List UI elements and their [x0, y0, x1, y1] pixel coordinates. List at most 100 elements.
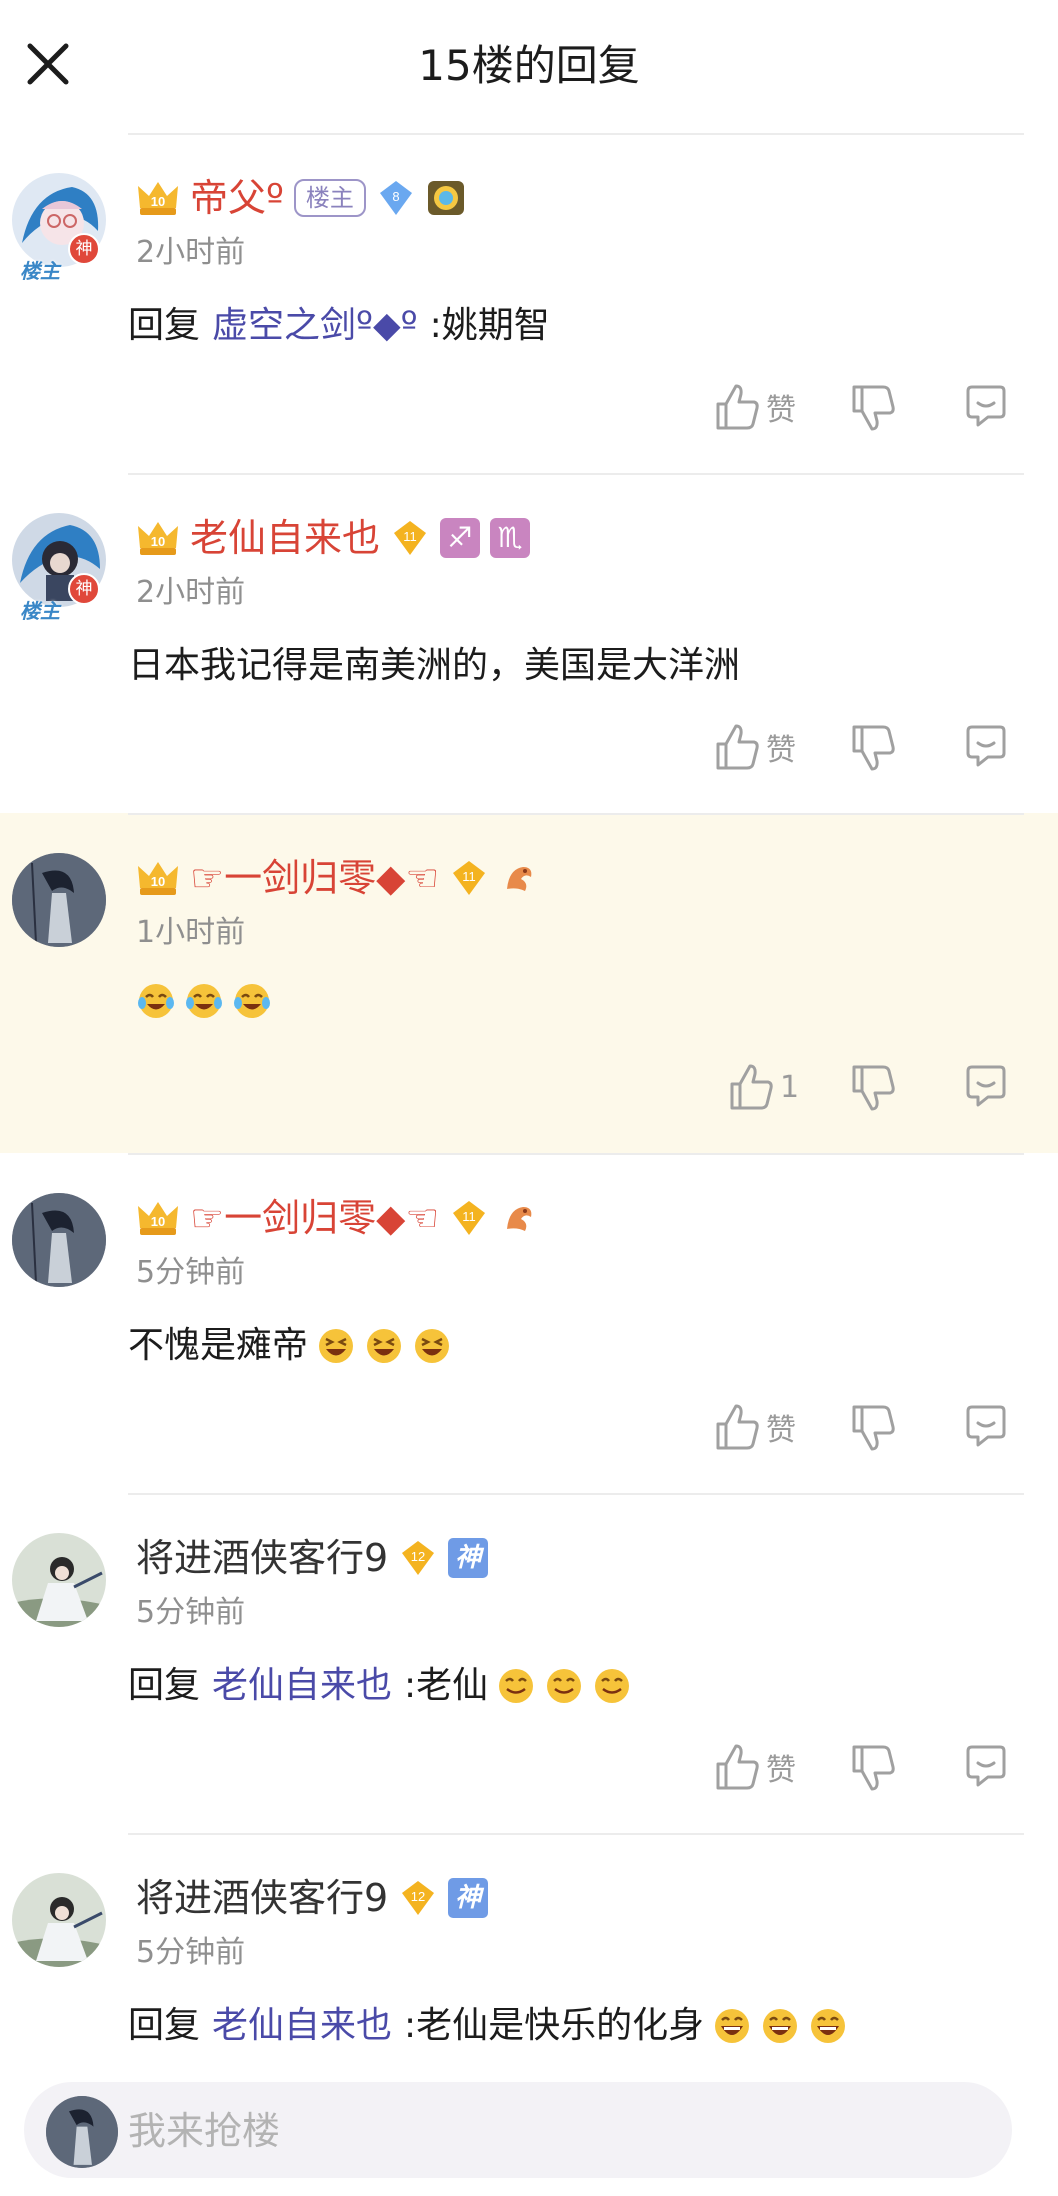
username[interactable]: 老仙自来也 [190, 514, 380, 562]
timestamp: 2小时前 [136, 575, 246, 610]
big-laugh-emoji-icon [811, 2009, 846, 2043]
svg-text:10: 10 [151, 874, 165, 889]
god-tag: 神 [448, 1538, 489, 1578]
reply-target-link[interactable]: 老仙自来也 [212, 1661, 392, 1711]
phoenix-icon [507, 867, 532, 891]
like-count: 赞 [766, 1753, 796, 1788]
svg-text:10: 10 [151, 194, 165, 209]
action-bar: 赞 [700, 717, 1030, 777]
smile-emoji-icon [547, 1669, 582, 1703]
comment-text: 不愧是瘫帝 [128, 1321, 452, 1371]
reply-prefix: 回复 [128, 305, 201, 346]
comment-button[interactable] [962, 1403, 1010, 1455]
comment-button[interactable] [962, 723, 1010, 775]
chat-bubble-icon [966, 1065, 1006, 1107]
svg-text:11: 11 [463, 1209, 477, 1224]
dislike-button[interactable] [850, 1403, 896, 1457]
thumbs-down-icon [852, 725, 895, 771]
level-badge-icon: 11 [394, 521, 427, 555]
reply-target-link[interactable]: 老仙自来也 [212, 2001, 392, 2051]
name-row: 10 老仙自来也 11 ♐ ♏ [136, 513, 531, 563]
like-count: 1 [780, 1069, 800, 1105]
name-row: 将进酒侠客行9 12 神 [136, 1533, 489, 1583]
username[interactable]: 将进酒侠客行9 [136, 1874, 388, 1922]
timestamp: 5分钟前 [136, 1595, 246, 1630]
dislike-button[interactable] [850, 723, 896, 777]
tears-of-joy-emoji-icon [186, 984, 222, 1018]
comment-item: 楼主 神 10 老仙自来也 11 ♐ ♏ 2小时前 日本我记得是南美洲的，美国是… [0, 473, 1058, 813]
like-count: 赞 [766, 733, 796, 768]
avatar[interactable] [12, 1533, 106, 1627]
thumbs-down-icon [852, 1405, 895, 1451]
comment-text: 日本我记得是南美洲的，美国是大洋洲 [128, 641, 740, 691]
comment-button[interactable] [962, 1063, 1010, 1115]
like-button[interactable]: 赞 [714, 717, 796, 777]
owner-tag: 楼主 [293, 179, 366, 217]
comment-text: 回复 老仙自来也 :老仙是快乐的化身 [128, 2001, 848, 2051]
like-button[interactable]: 赞 [714, 1397, 796, 1457]
big-laugh-emoji-icon [763, 2009, 798, 2043]
divider [128, 133, 1024, 135]
timestamp: 5分钟前 [136, 1935, 246, 1970]
comment-item-highlighted: 10 ☞一剑归零◆☜ 11 1小时前 1 [0, 813, 1058, 1153]
comment-body: :姚期智 [429, 305, 550, 346]
smile-emoji-icon [595, 1669, 630, 1703]
chat-bubble-icon [966, 385, 1006, 427]
dislike-button[interactable] [850, 1743, 896, 1797]
avatar[interactable] [12, 1873, 106, 1967]
like-button[interactable]: 赞 [714, 377, 796, 437]
level-badge-icon: 12 [402, 1881, 435, 1915]
level-badge-icon: 11 [453, 861, 486, 895]
thumbs-up-icon [716, 1404, 759, 1450]
sagittarius-icon: ♐ [440, 518, 481, 558]
avatar[interactable]: 楼主 神 [12, 513, 106, 623]
svg-text:11: 11 [403, 529, 417, 544]
name-row: 10 ☞一剑归零◆☜ 11 [136, 853, 539, 903]
level-badge-icon: 12 [402, 1541, 435, 1575]
reply-input-placeholder: 我来抢楼 [128, 2109, 281, 2153]
name-row: 10 ☞一剑归零◆☜ 11 [136, 1193, 539, 1243]
level-badge-icon: 11 [453, 1201, 486, 1235]
comment-text: 回复 虚空之剑º◆º :姚期智 [128, 301, 550, 351]
comment-button[interactable] [962, 383, 1010, 435]
username[interactable]: 将进酒侠客行9 [136, 1534, 388, 1582]
comment-body: :老仙是快乐的化身 [404, 2005, 705, 2046]
header: 15楼的回复 [0, 0, 1058, 134]
comment-item: 将进酒侠客行9 12 神 5分钟前 回复 老仙自来也 :老仙 赞 [0, 1493, 1058, 1833]
comment-body: :老仙 [404, 1665, 489, 1706]
tears-of-joy-emoji-icon [138, 984, 174, 1018]
owner-avatar-tag: 楼主 [20, 259, 60, 283]
username[interactable]: 帝父º [190, 174, 284, 222]
like-button[interactable]: 赞 [714, 1737, 796, 1797]
scorpio-icon: ♏ [490, 518, 531, 558]
avatar[interactable]: 楼主 神 [12, 173, 106, 283]
reply-prefix: 回复 [128, 1665, 201, 1706]
thumbs-down-icon [852, 385, 895, 431]
svg-text:10: 10 [151, 534, 165, 549]
god-badge: 神 [68, 233, 100, 265]
chat-bubble-icon [966, 1745, 1006, 1787]
avatar[interactable] [12, 853, 106, 947]
current-user-avatar [46, 2096, 118, 2168]
name-row: 将进酒侠客行9 12 神 [136, 1873, 489, 1923]
like-button[interactable]: 1 [728, 1057, 799, 1117]
comment-button[interactable] [962, 1743, 1010, 1795]
god-badge: 神 [68, 573, 100, 605]
avatar[interactable] [12, 1193, 106, 1287]
svg-text:12: 12 [411, 1889, 425, 1904]
comment-body: 日本我记得是南美洲的，美国是大洋洲 [128, 645, 741, 686]
grinning-squint-emoji-icon [319, 1329, 354, 1363]
like-count: 赞 [766, 393, 796, 428]
comment-item: 楼主 神 10 帝父º 楼主 8 2小时前 回复 虚空之剑º◆º:姚期智 赞 [0, 133, 1058, 473]
username[interactable]: ☞一剑归零◆☜ [190, 1194, 439, 1242]
thumbs-down-icon [852, 1745, 895, 1791]
username[interactable]: ☞一剑归零◆☜ [190, 854, 439, 902]
reply-target-link[interactable]: 虚空之剑º◆º [212, 301, 418, 351]
thumbs-down-icon [852, 1065, 895, 1111]
dislike-button[interactable] [850, 383, 896, 437]
dislike-button[interactable] [850, 1063, 896, 1117]
divider [128, 1153, 1024, 1155]
thumbs-up-icon [716, 384, 759, 430]
svg-text:12: 12 [411, 1549, 425, 1564]
reply-list: 楼主 神 10 帝父º 楼主 8 2小时前 回复 虚空之剑º◆º:姚期智 赞 … [0, 133, 1058, 2173]
